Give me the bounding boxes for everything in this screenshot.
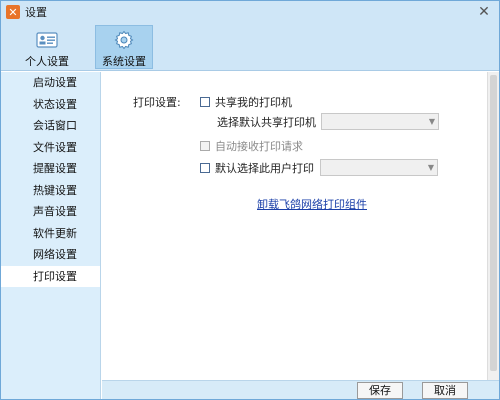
gear-icon xyxy=(111,30,137,50)
window-title: 设置 xyxy=(25,6,47,19)
sidebar-item-reminder[interactable]: 提醒设置 xyxy=(1,158,100,180)
chevron-down-icon: ▼ xyxy=(427,163,434,172)
sidebar-item-sound[interactable]: 声音设置 xyxy=(1,201,100,223)
tab-label: 系统设置 xyxy=(102,55,146,68)
tab-system-settings[interactable]: 系统设置 xyxy=(95,25,153,69)
default-user-checkbox[interactable] xyxy=(200,162,210,173)
tab-label: 个人设置 xyxy=(25,55,69,68)
content-scrollbar[interactable] xyxy=(487,72,499,380)
sidebar-item-hotkey[interactable]: 热键设置 xyxy=(1,180,100,202)
default-share-row: 选择默认共享打印机 ▼ xyxy=(217,113,439,130)
settings-window: ✕ 设置 ✕ 个人设置 系统设置 启动设置 状态设置 会话窗口 文件设置 提醒设… xyxy=(0,0,500,400)
auto-receive-row: 自动接收打印请求 xyxy=(200,138,303,154)
sidebar-item-file[interactable]: 文件设置 xyxy=(1,137,100,159)
default-share-printer-select[interactable]: ▼ xyxy=(321,113,439,130)
share-printer-label: 共享我的打印机 xyxy=(215,96,292,109)
share-printer-row: 共享我的打印机 xyxy=(200,94,292,110)
cancel-button[interactable]: 取消 xyxy=(422,382,468,399)
scrollbar-thumb[interactable] xyxy=(490,75,497,371)
sidebar-item-status[interactable]: 状态设置 xyxy=(1,94,100,116)
sidebar-item-update[interactable]: 软件更新 xyxy=(1,223,100,245)
tab-personal-settings[interactable]: 个人设置 xyxy=(19,25,75,69)
sidebar-item-network[interactable]: 网络设置 xyxy=(1,244,100,266)
sidebar-item-startup[interactable]: 启动设置 xyxy=(1,72,100,94)
chevron-down-icon: ▼ xyxy=(428,117,435,126)
uninstall-print-component-link[interactable]: 卸载飞鸽网络打印组件 xyxy=(257,196,367,212)
print-section-label: 打印设置: xyxy=(133,96,181,109)
print-settings-panel: 打印设置: 共享我的打印机 选择默认共享打印机 ▼ 自动接收打印请求 默认选择此… xyxy=(102,72,487,380)
print-section-row: 打印设置: xyxy=(133,94,181,110)
id-card-icon xyxy=(34,29,60,50)
auto-receive-checkbox[interactable] xyxy=(200,141,210,151)
title-bar: ✕ 设置 ✕ xyxy=(1,1,499,23)
dialog-footer: 保存 取消 xyxy=(102,380,499,399)
app-logo-icon: ✕ xyxy=(6,5,20,19)
auto-receive-label: 自动接收打印请求 xyxy=(215,140,303,153)
share-printer-checkbox[interactable] xyxy=(200,97,210,107)
default-user-select[interactable]: ▼ xyxy=(320,159,438,176)
sidebar-item-chat-window[interactable]: 会话窗口 xyxy=(1,115,100,137)
default-share-label: 选择默认共享打印机 xyxy=(217,115,316,129)
default-user-label: 默认选择此用户打印 xyxy=(215,161,314,175)
default-user-row: 默认选择此用户打印 ▼ xyxy=(200,159,438,176)
close-icon[interactable]: ✕ xyxy=(475,3,493,21)
settings-sidebar: 启动设置 状态设置 会话窗口 文件设置 提醒设置 热键设置 声音设置 软件更新 … xyxy=(1,72,101,399)
save-button[interactable]: 保存 xyxy=(357,382,403,399)
sidebar-item-print[interactable]: 打印设置 xyxy=(1,265,100,287)
tab-bar: 个人设置 系统设置 xyxy=(1,23,499,71)
